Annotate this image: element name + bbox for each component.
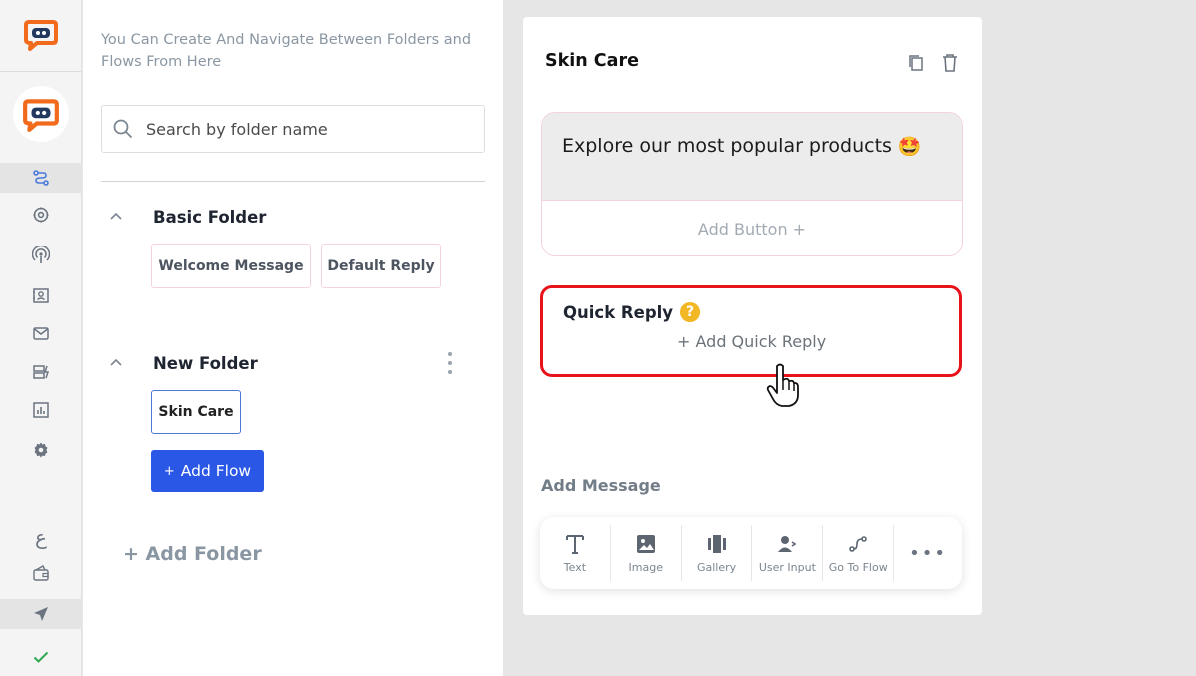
sidebar-item-language[interactable]: ع [0,522,82,552]
language-glyph: ع [35,525,47,549]
message-type-toolbar: Text Image Gallery User Input Go To Flow… [540,517,962,589]
go-to-flow-icon [849,535,868,552]
add-quick-reply-button[interactable]: + Add Quick Reply [677,332,826,351]
flow-icon [33,170,49,186]
search-icon [113,119,133,139]
help-icon[interactable]: ? [680,302,701,322]
sidebar-item-bot[interactable] [0,200,82,230]
chevron-up-icon[interactable] [105,352,127,374]
avatar[interactable] [13,86,69,142]
contacts-icon [33,288,49,303]
tool-text[interactable]: Text [540,525,611,581]
gear-icon [34,442,48,458]
sidebar-item-broadcast[interactable] [0,240,82,270]
sidebar-item-send[interactable] [0,599,82,629]
broadcast-icon [32,246,50,263]
tool-user-input[interactable]: User Input [752,525,824,581]
add-flow-label: Add Flow [180,462,252,480]
search-input[interactable] [146,119,446,139]
folder-new[interactable]: New Folder [105,352,258,374]
folders-panel: You Can Create And Navigate Between Fold… [83,0,503,676]
tool-go-to-flow[interactable]: Go To Flow [823,525,895,581]
add-flow-button[interactable]: + Add Flow [151,450,264,492]
analytics-icon [33,402,49,418]
mail-icon [33,327,49,340]
copy-icon[interactable] [907,53,925,73]
add-folder-link[interactable]: + Add Folder [123,543,262,565]
gallery-icon [707,534,726,553]
sidebar-item-wallet[interactable] [0,558,82,588]
send-icon [34,607,48,621]
folder-basic[interactable]: Basic Folder [105,206,266,228]
folder-menu-icon[interactable] [445,350,455,376]
flow-editor-card: Skin Care Explore our most popular produ… [523,17,982,615]
left-rail: ع [0,0,82,676]
message-text: Explore our most popular products [562,135,892,157]
sidebar-item-status[interactable] [0,642,82,672]
wallet-icon [33,565,49,581]
sidebar-item-flows[interactable] [0,163,82,193]
bot-settings-icon [33,207,49,223]
folder-name: Basic Folder [153,207,267,227]
star-eyes-emoji-icon: 🤩 [897,136,922,158]
plus-icon: + [163,463,175,479]
sidebar-item-mail[interactable] [0,318,82,348]
folder-search[interactable] [101,105,485,153]
trash-icon[interactable] [941,53,959,73]
add-message-label: Add Message [541,476,661,495]
message-text-area[interactable]: Explore our most popular products 🤩 [542,113,962,200]
hand-pointer-cursor-icon [766,363,799,407]
more-options-icon[interactable]: ••• [894,525,962,581]
quick-reply-header: Quick Reply ? [563,302,701,322]
text-icon [565,534,584,554]
flow-skin-care[interactable]: Skin Care [151,390,241,434]
flow-title: Skin Care [545,51,639,71]
quick-reply-title: Quick Reply [563,302,674,322]
app-logo-icon[interactable] [23,16,59,52]
panel-divider [101,181,485,182]
tool-image[interactable]: Image [611,525,682,581]
flow-default-reply[interactable]: Default Reply [321,244,441,288]
rail-divider [0,71,82,72]
check-icon [33,651,49,663]
panel-hint: You Can Create And Navigate Between Fold… [101,32,472,70]
tool-gallery[interactable]: Gallery [682,525,753,581]
bot-logo-icon [23,99,59,132]
sidebar-item-settings[interactable] [0,435,82,465]
sidebar-item-analytics[interactable] [0,395,82,425]
add-button-button[interactable]: Add Button + [542,200,962,255]
flow-welcome-message[interactable]: Welcome Message [151,244,311,288]
quick-reply-section: Quick Reply ? + Add Quick Reply [540,285,962,377]
sidebar-item-contacts[interactable] [0,280,82,310]
folder-name: New Folder [153,353,258,373]
automation-icon [33,365,50,379]
chevron-up-icon[interactable] [105,206,127,228]
image-icon [636,534,655,553]
sidebar-item-automation[interactable] [0,357,82,387]
user-input-icon [778,535,797,552]
message-bubble[interactable]: Explore our most popular products 🤩 Add … [541,112,963,256]
